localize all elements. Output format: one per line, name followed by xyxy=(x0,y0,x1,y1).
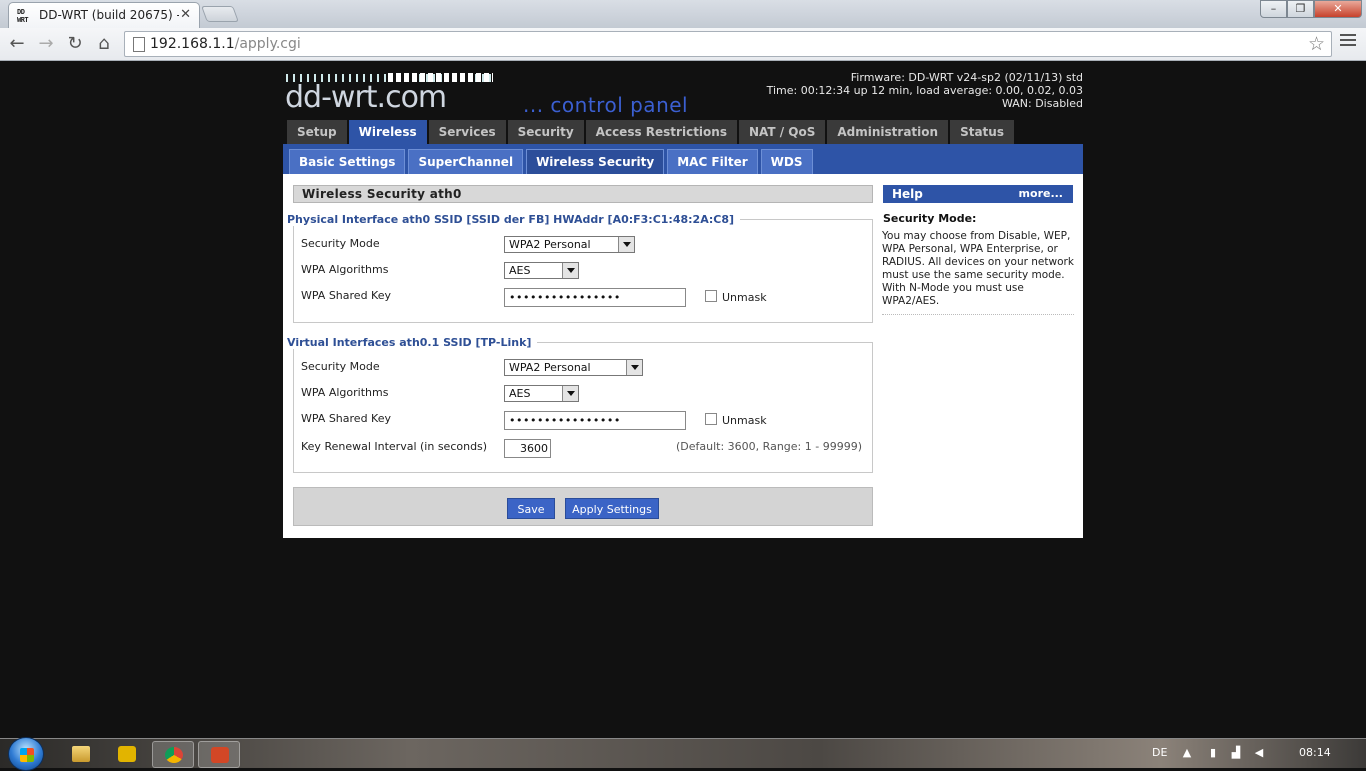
new-tab-button[interactable] xyxy=(201,6,239,22)
chevron-down-icon xyxy=(562,263,578,278)
tab-status[interactable]: Status xyxy=(950,120,1014,144)
virtual-wpa-shared-key-input[interactable]: •••••••••••••••• xyxy=(504,411,686,430)
browser-tab-strip: DD WRT DD-WRT (build 20675) - W ✕ – ❐ ✕ xyxy=(0,0,1366,28)
security-mode-select[interactable]: WPA2 Personal xyxy=(504,236,635,253)
start-button[interactable] xyxy=(8,737,44,771)
volume-icon[interactable]: ◀ xyxy=(1253,747,1265,759)
wan-status: WAN: Disabled xyxy=(1001,97,1083,110)
subtab-superchannel[interactable]: SuperChannel xyxy=(408,149,524,174)
folder-icon xyxy=(72,746,90,762)
browser-toolbar: ← → ↻ ⌂ 192.168.1.1/apply.cgi ☆ xyxy=(0,28,1366,61)
maximize-button[interactable]: ❐ xyxy=(1287,0,1314,18)
clock[interactable]: 08:14 xyxy=(1299,746,1331,759)
home-icon[interactable]: ⌂ xyxy=(92,33,116,57)
tab-close-icon[interactable]: ✕ xyxy=(180,7,191,22)
wpa-shared-key-label: WPA Shared Key xyxy=(301,412,391,425)
tab-services[interactable]: Services xyxy=(428,120,506,144)
address-bar[interactable]: 192.168.1.1/apply.cgi ☆ xyxy=(124,31,1332,57)
taskbar-explorer[interactable] xyxy=(60,741,102,768)
wpa-shared-key-label: WPA Shared Key xyxy=(301,289,391,302)
help-title: Help xyxy=(892,187,923,201)
language-indicator[interactable]: DE xyxy=(1152,746,1167,759)
firmware-version: Firmware: DD-WRT v24-sp2 (02/11/13) std xyxy=(850,71,1083,84)
help-more-link[interactable]: more... xyxy=(1019,185,1063,203)
subtab-wireless-security[interactable]: Wireless Security xyxy=(526,149,665,174)
firmware-info: Firmware: DD-WRT v24-sp2 (02/11/13) std … xyxy=(767,71,1083,110)
forward-arrow-icon[interactable]: → xyxy=(34,33,58,57)
wpa-algorithms-select[interactable]: AES xyxy=(504,262,579,279)
tab-title: DD-WRT (build 20675) - W xyxy=(39,8,179,22)
logo: dd-wrt.com xyxy=(285,80,447,115)
ddwrt-header: dd-wrt.com ... control panel Firmware: D… xyxy=(283,62,1083,146)
network-signal-icon[interactable]: ▟ xyxy=(1230,747,1242,759)
chrome-icon xyxy=(165,747,183,763)
ddwrt-panel: dd-wrt.com ... control panel Firmware: D… xyxy=(283,62,1083,538)
virtual-interface-legend: Virtual Interfaces ath0.1 SSID [TP-Link] xyxy=(287,336,538,349)
subtab-mac-filter[interactable]: MAC Filter xyxy=(667,149,758,174)
taskbar-outlook[interactable] xyxy=(106,741,148,768)
page: dd-wrt.com ... control panel Firmware: D… xyxy=(0,62,1366,738)
help-topic: Security Mode: xyxy=(883,212,977,225)
wpa-algorithms-label: WPA Algorithms xyxy=(301,263,389,276)
url-text: 192.168.1.1/apply.cgi xyxy=(150,36,301,52)
unmask-label: Unmask xyxy=(722,291,767,304)
subtab-wds[interactable]: WDS xyxy=(760,149,813,174)
back-arrow-icon[interactable]: ← xyxy=(5,33,29,57)
powerpoint-icon xyxy=(211,747,229,763)
close-window-button[interactable]: ✕ xyxy=(1314,0,1362,18)
uptime-info: Time: 00:12:34 up 12 min, load average: … xyxy=(766,84,1083,97)
unmask-checkbox[interactable] xyxy=(705,290,717,302)
chevron-down-icon xyxy=(618,237,634,252)
key-renewal-input[interactable]: 3600 xyxy=(504,439,551,458)
tab-security[interactable]: Security xyxy=(507,120,584,144)
apply-settings-button[interactable]: Apply Settings xyxy=(565,498,659,519)
button-bar: Save Apply Settings xyxy=(293,487,873,526)
taskbar: DE ▲ ▮ ▟ ◀ 08:14 xyxy=(0,737,1366,771)
help-header: Help more... xyxy=(883,185,1073,203)
key-renewal-label: Key Renewal Interval (in seconds) xyxy=(301,440,488,453)
chevron-down-icon xyxy=(562,386,578,401)
save-button[interactable]: Save xyxy=(507,498,555,519)
window-controls: – ❐ ✕ xyxy=(1260,0,1362,18)
logo-tagline: ... control panel xyxy=(523,93,689,117)
minimize-button[interactable]: – xyxy=(1260,0,1287,18)
virtual-wpa-algorithms-select[interactable]: AES xyxy=(504,385,579,402)
tab-administration[interactable]: Administration xyxy=(827,120,949,144)
menu-icon[interactable] xyxy=(1340,34,1356,48)
chevron-down-icon xyxy=(626,360,642,375)
outlook-icon xyxy=(118,746,136,762)
taskbar-powerpoint[interactable] xyxy=(198,741,240,768)
security-mode-label: Security Mode xyxy=(301,360,380,373)
security-mode-label: Security Mode xyxy=(301,237,380,250)
tab-setup[interactable]: Setup xyxy=(287,120,347,144)
sub-tabs: Basic Settings SuperChannel Wireless Sec… xyxy=(289,149,813,174)
unmask-label: Unmask xyxy=(722,414,767,427)
page-icon xyxy=(133,37,145,52)
content-area: Wireless Security ath0 Physical Interfac… xyxy=(283,174,1083,538)
tray-expand-icon[interactable]: ▲ xyxy=(1181,747,1193,759)
main-tabs: Setup Wireless Services Security Access … xyxy=(287,120,1014,146)
help-text: You may choose from Disable, WEP, WPA Pe… xyxy=(882,230,1074,315)
sub-tab-bar: Basic Settings SuperChannel Wireless Sec… xyxy=(283,144,1083,174)
subtab-basic-settings[interactable]: Basic Settings xyxy=(289,149,406,174)
reload-icon[interactable]: ↻ xyxy=(63,33,87,57)
bookmark-star-icon[interactable]: ☆ xyxy=(1308,33,1325,55)
battery-icon[interactable]: ▮ xyxy=(1207,747,1219,759)
ddwrt-favicon-icon: DD WRT xyxy=(17,8,29,24)
wpa-shared-key-input[interactable]: •••••••••••••••• xyxy=(504,288,686,307)
tab-access-restrictions[interactable]: Access Restrictions xyxy=(585,120,737,144)
key-renewal-hint: (Default: 3600, Range: 1 - 99999) xyxy=(676,440,862,453)
tab-wireless[interactable]: Wireless xyxy=(348,120,427,146)
tab-nat-qos[interactable]: NAT / QoS xyxy=(738,120,826,144)
wpa-algorithms-label: WPA Algorithms xyxy=(301,386,389,399)
virtual-unmask-checkbox[interactable] xyxy=(705,413,717,425)
virtual-security-mode-select[interactable]: WPA2 Personal xyxy=(504,359,643,376)
section-title: Wireless Security ath0 xyxy=(293,185,873,203)
taskbar-chrome[interactable] xyxy=(152,741,194,768)
browser-tab[interactable]: DD WRT DD-WRT (build 20675) - W ✕ xyxy=(8,2,200,28)
physical-interface-legend: Physical Interface ath0 SSID [SSID der F… xyxy=(287,213,741,226)
